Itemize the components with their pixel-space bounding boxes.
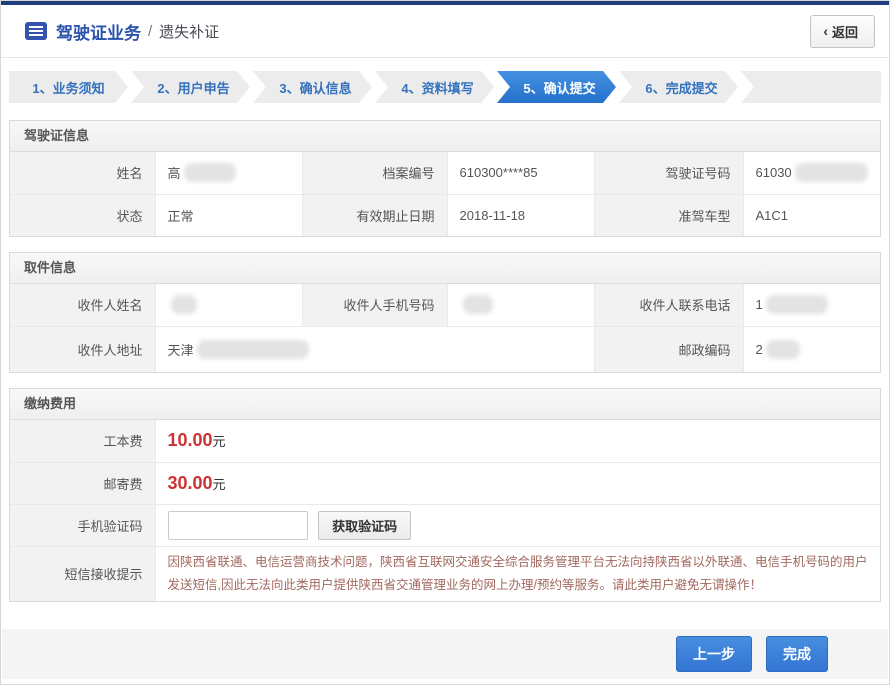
- step-label: 3、确认信息: [279, 78, 351, 97]
- field-label: 状态: [10, 194, 155, 236]
- redaction-mask: [184, 163, 236, 182]
- step-label: 2、用户申告: [157, 78, 229, 97]
- section-title: 缴纳费用: [10, 389, 880, 420]
- step-tab-4[interactable]: 4、资料填写: [375, 71, 494, 103]
- field-label: 有效期止日期: [302, 194, 447, 236]
- section-license-info: 驾驶证信息 姓名 高 档案编号 610300****85 驾驶证号码 61030…: [9, 120, 881, 237]
- field-label: 手机验证码: [10, 504, 155, 546]
- table-row: 短信接收提示 因陕西省联通、电信运营商技术问题，陕西省互联网交通安全综合服务管理…: [10, 546, 880, 601]
- field-label: 收件人手机号码: [302, 284, 447, 326]
- step-label: 5、确认提交: [523, 78, 595, 97]
- field-label: 收件人姓名: [10, 284, 155, 326]
- field-label: 准驾车型: [594, 194, 743, 236]
- sms-code-input[interactable]: [168, 511, 308, 540]
- form-list-icon: [25, 22, 47, 40]
- field-value-file-no: 610300****85: [447, 152, 594, 194]
- field-value-postal-code: 2: [756, 342, 763, 357]
- steps-bar: 1、业务须知 2、用户申告 3、确认信息 4、资料填写 5、确认提交 6、完成提…: [9, 71, 881, 103]
- steps-filler: [741, 71, 881, 103]
- field-label: 工本费: [10, 420, 155, 462]
- section-fees: 缴纳费用 工本费 10.00元 邮寄费 30.00元 手机验证码 获取验证码 短…: [9, 388, 881, 602]
- table-row: 工本费 10.00元: [10, 420, 880, 462]
- field-label: 收件人地址: [10, 326, 155, 372]
- breadcrumb-separator: /: [148, 23, 152, 40]
- table-row: 收件人姓名 收件人手机号码 收件人联系电话 1: [10, 284, 880, 326]
- field-label: 档案编号: [302, 152, 447, 194]
- field-value-vehicle-class: A1C1: [743, 194, 880, 236]
- postage-fee-amount: 30.00: [168, 473, 213, 493]
- step-tab-3[interactable]: 3、确认信息: [253, 71, 372, 103]
- redaction-mask: [171, 295, 197, 314]
- field-label: 姓名: [10, 152, 155, 194]
- page-subtitle: 遗失补证: [159, 21, 219, 42]
- redaction-mask: [463, 295, 493, 314]
- field-value-license-no: 61030: [756, 165, 792, 180]
- table-row: 手机验证码 获取验证码: [10, 504, 880, 546]
- section-title: 驾驶证信息: [10, 121, 880, 152]
- field-value-name: 高: [168, 163, 181, 182]
- field-label: 驾驶证号码: [594, 152, 743, 194]
- section-title: 取件信息: [10, 253, 880, 284]
- step-tab-6[interactable]: 6、完成提交: [619, 71, 738, 103]
- step-label: 6、完成提交: [645, 78, 717, 97]
- field-value-status: 正常: [155, 194, 302, 236]
- production-fee-amount: 10.00: [168, 430, 213, 450]
- finish-button[interactable]: 完成: [766, 636, 828, 672]
- field-label: 邮政编码: [594, 326, 743, 372]
- redaction-mask: [795, 163, 868, 182]
- section-pickup-info: 取件信息 收件人姓名 收件人手机号码 收件人联系电话 1 收件人地址 天津 邮政…: [9, 252, 881, 373]
- table-row: 状态 正常 有效期止日期 2018-11-18 准驾车型 A1C1: [10, 194, 880, 236]
- page-header: 驾驶证业务 / 遗失补证 ‹ 返回: [1, 5, 889, 58]
- redaction-mask: [197, 340, 309, 359]
- table-row: 姓名 高 档案编号 610300****85 驾驶证号码 61030: [10, 152, 880, 194]
- table-row: 邮寄费 30.00元: [10, 462, 880, 504]
- back-chevron-icon: ‹: [823, 23, 828, 39]
- back-button-label: 返回: [832, 22, 858, 41]
- field-label: 邮寄费: [10, 462, 155, 504]
- fee-unit: 元: [213, 434, 226, 449]
- sms-notice-text: 因陕西省联通、电信运营商技术问题，陕西省互联网交通安全综合服务管理平台无法向持陕…: [168, 547, 869, 601]
- fee-unit: 元: [213, 477, 226, 492]
- redaction-mask: [766, 340, 800, 359]
- step-tab-1[interactable]: 1、业务须知: [9, 71, 128, 103]
- step-label: 4、资料填写: [401, 78, 473, 97]
- step-tab-2[interactable]: 2、用户申告: [131, 71, 250, 103]
- redaction-mask: [766, 295, 828, 314]
- table-row: 收件人地址 天津 邮政编码 2: [10, 326, 880, 372]
- footer-bar: 上一步 完成: [2, 629, 888, 679]
- field-label: 收件人联系电话: [594, 284, 743, 326]
- step-label: 1、业务须知: [32, 78, 104, 97]
- back-button[interactable]: ‹ 返回: [810, 15, 875, 48]
- prev-step-button[interactable]: 上一步: [676, 636, 752, 672]
- field-value-recipient-phone: 1: [756, 297, 763, 312]
- field-value-recipient-address: 天津: [168, 340, 194, 359]
- page-title: 驾驶证业务: [56, 19, 141, 44]
- fees-table: 工本费 10.00元 邮寄费 30.00元 手机验证码 获取验证码 短信接收提示…: [10, 420, 880, 601]
- license-table: 姓名 高 档案编号 610300****85 驾驶证号码 61030 状态 正常…: [10, 152, 880, 236]
- step-tab-5-active[interactable]: 5、确认提交: [497, 71, 616, 103]
- pickup-table: 收件人姓名 收件人手机号码 收件人联系电话 1 收件人地址 天津 邮政编码 2: [10, 284, 880, 372]
- field-label: 短信接收提示: [10, 546, 155, 601]
- field-value-valid-until: 2018-11-18: [447, 194, 594, 236]
- get-code-button[interactable]: 获取验证码: [318, 511, 411, 540]
